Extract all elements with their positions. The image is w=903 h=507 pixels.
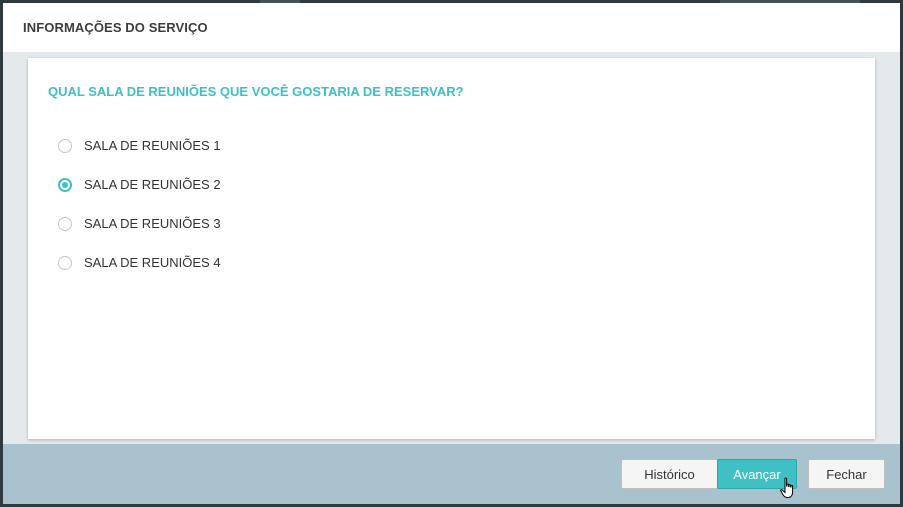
service-info-dialog: INFORMAÇÕES DO SERVIÇO QUAL SALA DE REUN… xyxy=(3,3,900,504)
question-card: QUAL SALA DE REUNIÕES QUE VOCÊ GOSTARIA … xyxy=(28,58,875,439)
radio-button[interactable] xyxy=(58,139,72,153)
radio-button[interactable] xyxy=(58,217,72,231)
room-options: SALA DE REUNIÕES 1 SALA DE REUNIÕES 2 SA… xyxy=(58,137,221,293)
room-option-2[interactable]: SALA DE REUNIÕES 2 xyxy=(58,176,221,215)
close-button[interactable]: Fechar xyxy=(808,459,885,489)
room-option-label: SALA DE REUNIÕES 3 xyxy=(84,216,221,231)
room-option-label: SALA DE REUNIÕES 4 xyxy=(84,255,221,270)
radio-button[interactable] xyxy=(58,178,72,192)
room-option-1[interactable]: SALA DE REUNIÕES 1 xyxy=(58,137,221,176)
room-option-3[interactable]: SALA DE REUNIÕES 3 xyxy=(58,215,221,254)
dialog-header: INFORMAÇÕES DO SERVIÇO xyxy=(3,3,900,52)
question-text: QUAL SALA DE REUNIÕES QUE VOCÊ GOSTARIA … xyxy=(48,84,464,99)
dialog-footer: Histórico Avançar Fechar xyxy=(3,444,900,504)
room-option-4[interactable]: SALA DE REUNIÕES 4 xyxy=(58,254,221,293)
radio-button[interactable] xyxy=(58,256,72,270)
hand-pointer-icon xyxy=(780,477,794,498)
room-option-label: SALA DE REUNIÕES 1 xyxy=(84,138,221,153)
room-option-label: SALA DE REUNIÕES 2 xyxy=(84,177,221,192)
dialog-title: INFORMAÇÕES DO SERVIÇO xyxy=(23,20,208,35)
history-button[interactable]: Histórico xyxy=(621,459,718,489)
